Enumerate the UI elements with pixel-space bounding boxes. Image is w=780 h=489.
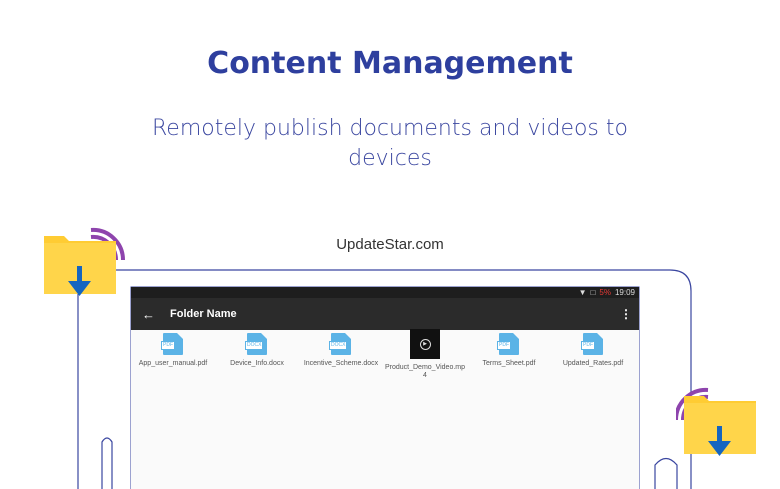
battery-level: 5% bbox=[599, 288, 611, 297]
play-icon: ▶ bbox=[419, 338, 431, 350]
app-bar: ← Folder Name ⋮ bbox=[131, 298, 639, 330]
status-time: 19:09 bbox=[614, 288, 635, 297]
docx-file-icon: DOCX bbox=[329, 333, 351, 355]
folder-title: Folder Name bbox=[170, 308, 237, 320]
back-arrow-icon[interactable]: ← bbox=[142, 307, 156, 322]
video-thumbnail-icon: ▶ bbox=[410, 329, 440, 359]
no-sim-icon: □ bbox=[590, 288, 596, 297]
file-name: App_user_manual.pdf bbox=[138, 360, 208, 367]
file-name: Terms_Sheet.pdf bbox=[482, 360, 536, 367]
pdf-file-icon: PDF bbox=[497, 333, 519, 355]
file-name: Product_Demo_Video.mp4 bbox=[384, 364, 466, 379]
wifi-icon: ▼ bbox=[578, 288, 587, 297]
overflow-menu-icon[interactable]: ⋮ bbox=[620, 307, 632, 321]
file-item[interactable]: PDF Terms_Sheet.pdf bbox=[467, 333, 551, 380]
file-grid: PDF App_user_manual.pdf DOCX Device_Info… bbox=[131, 329, 639, 380]
file-item[interactable]: ▶ Product_Demo_Video.mp4 bbox=[383, 329, 467, 380]
file-name: Device_Info.docx bbox=[230, 360, 284, 367]
folder-download-icon bbox=[44, 227, 126, 296]
file-item[interactable]: PDF App_user_manual.pdf bbox=[131, 333, 215, 380]
docx-file-icon: DOCX bbox=[245, 333, 267, 355]
pdf-file-icon: PDF bbox=[581, 333, 603, 355]
file-item[interactable]: DOCX Device_Info.docx bbox=[215, 333, 299, 380]
device-screen: ▼ □ 5% 19:09 ← Folder Name ⋮ PDF App_use… bbox=[131, 287, 639, 489]
status-bar: ▼ □ 5% 19:09 bbox=[131, 287, 639, 298]
pdf-file-icon: PDF bbox=[161, 333, 183, 355]
file-name: Updated_Rates.pdf bbox=[562, 360, 624, 367]
file-item[interactable]: PDF Updated_Rates.pdf bbox=[551, 333, 635, 380]
folder-download-icon bbox=[676, 387, 756, 456]
file-name: Incentive_Scheme.docx bbox=[303, 360, 379, 367]
file-item[interactable]: DOCX Incentive_Scheme.docx bbox=[299, 333, 383, 380]
